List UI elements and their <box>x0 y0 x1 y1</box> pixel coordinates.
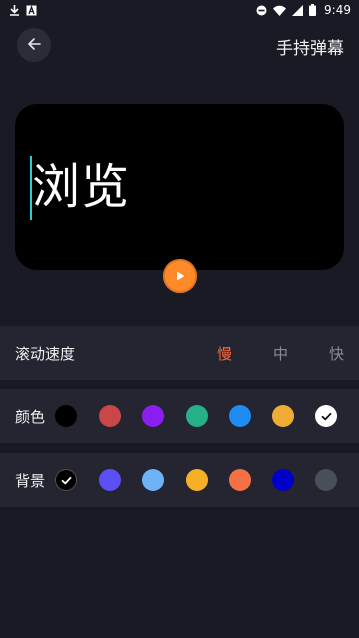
status-time: 9:49 <box>324 3 351 17</box>
background-swatch-6[interactable] <box>315 469 337 491</box>
wifi-icon <box>273 5 287 16</box>
download-icon <box>9 4 20 16</box>
do-not-disturb-icon <box>256 5 267 16</box>
color-label: 颜色 <box>15 407 46 426</box>
background-swatch-2[interactable] <box>142 469 164 491</box>
status-bar: 9:49 <box>0 0 359 20</box>
back-button[interactable] <box>17 28 51 62</box>
background-swatch-0[interactable] <box>55 469 77 491</box>
speed-option-fast[interactable]: 快 <box>329 343 344 364</box>
color-swatch-6[interactable] <box>315 405 337 427</box>
checkmark-icon <box>61 471 72 490</box>
status-right: 9:49 <box>256 3 351 17</box>
signal-icon <box>292 4 304 16</box>
status-left <box>9 4 37 16</box>
speed-option-slow[interactable]: 慢 <box>217 343 232 364</box>
danmaku-preview[interactable]: 浏览 <box>15 104 344 270</box>
background-row: 背景 <box>0 453 359 507</box>
battery-icon <box>309 4 317 16</box>
color-row: 颜色 <box>0 389 359 443</box>
arrow-left-icon <box>27 36 41 55</box>
background-swatch-5[interactable] <box>272 469 294 491</box>
checkmark-icon <box>321 407 332 426</box>
play-button[interactable] <box>163 259 197 293</box>
text-a-icon <box>26 4 37 16</box>
color-swatch-2[interactable] <box>142 405 164 427</box>
background-swatch-4[interactable] <box>229 469 251 491</box>
color-swatch-0[interactable] <box>55 405 77 427</box>
speed-label: 滚动速度 <box>15 344 76 363</box>
preview-text: 浏览 <box>32 159 131 215</box>
background-swatch-1[interactable] <box>99 469 121 491</box>
play-icon <box>174 267 186 286</box>
color-swatch-5[interactable] <box>272 405 294 427</box>
color-swatch-4[interactable] <box>229 405 251 427</box>
speed-option-medium[interactable]: 中 <box>273 343 288 364</box>
color-swatch-3[interactable] <box>186 405 208 427</box>
page-title: 手持弹幕 <box>276 39 344 59</box>
color-swatch-1[interactable] <box>99 405 121 427</box>
background-swatch-3[interactable] <box>186 469 208 491</box>
background-label: 背景 <box>15 471 46 490</box>
speed-row: 滚动速度 慢 中 快 <box>0 326 359 380</box>
